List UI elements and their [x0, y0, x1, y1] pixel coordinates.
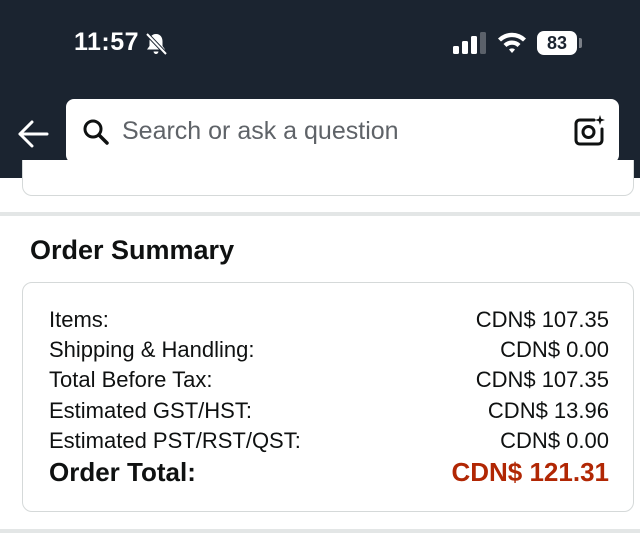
row-label: Estimated PST/RST/QST:: [49, 428, 301, 453]
row-label: Total Before Tax:: [49, 367, 213, 392]
summary-row-order-total: Order Total: CDN$ 121.31: [49, 457, 609, 488]
row-label: Items:: [49, 307, 109, 332]
row-value: CDN$ 13.96: [487, 398, 609, 423]
battery-indicator: 83: [537, 31, 577, 55]
order-total-value: CDN$ 121.31: [451, 457, 609, 487]
section-divider-bottom: [0, 529, 640, 533]
bell-slash-icon: [145, 32, 168, 56]
row-label: Shipping & Handling:: [49, 337, 255, 362]
order-summary-card: Items: CDN$ 107.35 Shipping & Handling: …: [22, 282, 634, 512]
wifi-icon: [498, 32, 526, 53]
search-bar[interactable]: [66, 99, 619, 163]
section-divider: [0, 212, 640, 216]
summary-row-total-before-tax: Total Before Tax: CDN$ 107.35: [49, 367, 609, 393]
cellular-signal-icon: [453, 32, 486, 54]
summary-row-items: Items: CDN$ 107.35: [49, 307, 609, 333]
summary-row-gst-hst: Estimated GST/HST: CDN$ 13.96: [49, 398, 609, 424]
summary-row-shipping: Shipping & Handling: CDN$ 0.00: [49, 337, 609, 363]
order-total-label: Order Total:: [49, 457, 196, 487]
row-value: CDN$ 0.00: [500, 337, 609, 362]
search-icon: [83, 119, 109, 145]
top-header: 11:57 83: [0, 0, 640, 178]
back-arrow-icon[interactable]: [16, 117, 50, 151]
row-value: CDN$ 107.35: [475, 307, 609, 332]
row-value: CDN$ 0.00: [500, 428, 609, 453]
summary-row-pst-rst-qst: Estimated PST/RST/QST: CDN$ 0.00: [49, 428, 609, 454]
camera-lens-icon[interactable]: [572, 114, 606, 148]
status-time: 11:57: [74, 28, 140, 56]
section-title: Order Summary: [30, 235, 235, 265]
previous-card-edge: [22, 160, 634, 196]
battery-nub: [579, 38, 582, 48]
row-value: CDN$ 107.35: [475, 367, 609, 392]
row-label: Estimated GST/HST:: [49, 398, 252, 423]
search-input[interactable]: [122, 99, 562, 163]
